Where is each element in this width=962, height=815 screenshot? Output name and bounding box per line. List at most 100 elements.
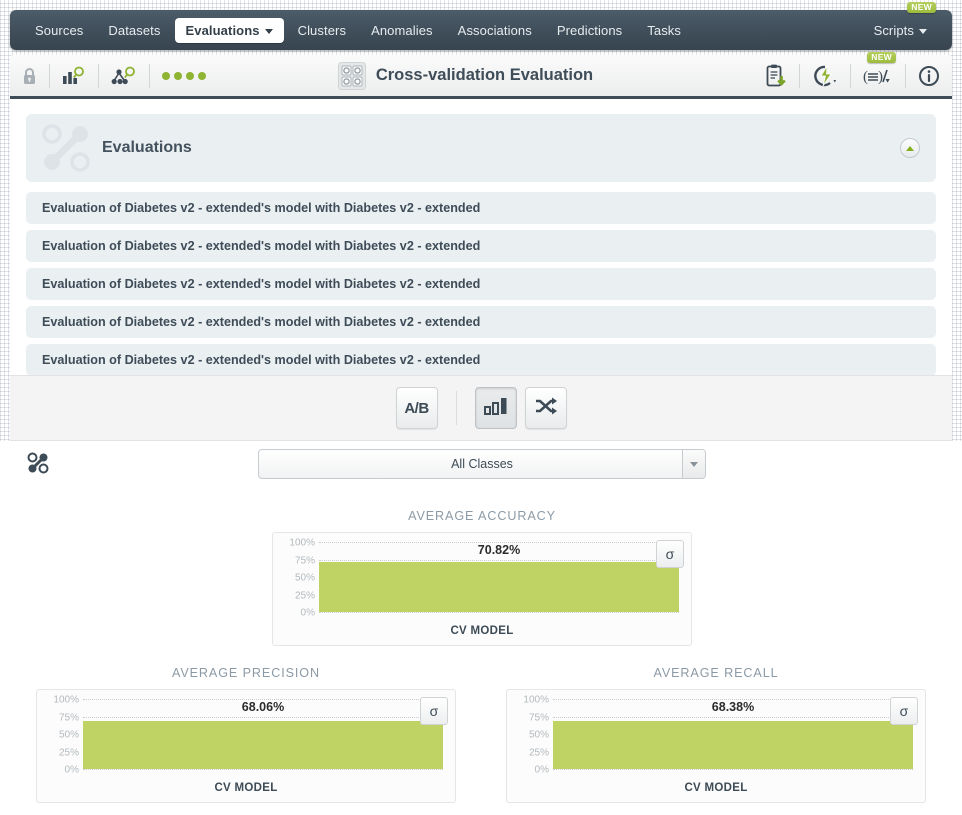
y-tick-label: 75% [58,712,79,723]
nav-item-tasks[interactable]: Tasks [636,18,692,43]
bar-value-label: 68.06% [241,700,285,714]
info-icon[interactable] [918,65,940,87]
chart-canvas: σ 100% 75% 50% 25% 0% 68.38% CV MODEL [506,689,926,803]
nav-item-anomalies[interactable]: Anomalies [360,18,444,43]
nav-item-evaluations[interactable]: Evaluations [174,17,284,43]
resource-title-group: Cross-validation Evaluation [166,61,765,90]
gridline: 75% [59,712,443,723]
clipboard-download-icon[interactable] [765,64,787,88]
gridline: 0% [535,765,913,776]
chart-canvas: σ 100% 75% 50% 25% 0% 68.06% CV MODEL [36,689,456,803]
chart-average-accuracy: AVERAGE ACCURACY σ 100% 75% 50% 25% 0% 7… [272,509,692,646]
chart-title: AVERAGE ACCURACY [408,509,556,523]
nav-scripts-group: NEW Scripts [863,1,938,43]
evaluations-header-title: Evaluations [102,139,192,156]
gridline: 0% [65,765,443,776]
model-tree-search-icon[interactable] [111,66,137,86]
y-tick-label: 100% [53,694,79,706]
svg-text:): ) [878,69,883,85]
y-tick-label: 25% [58,747,79,758]
cross-validation-grid-icon [337,61,366,90]
y-tick-label: 25% [528,747,549,758]
list-item[interactable]: Evaluation of Diabetes v2 - extended's m… [26,306,936,338]
bar-cv-model[interactable] [83,721,443,769]
bar-chart-search-icon[interactable] [62,66,86,86]
list-item[interactable]: Evaluation of Diabetes v2 - extended's m… [26,344,936,376]
y-tick-label: 0% [64,764,79,776]
nav-item-predictions[interactable]: Predictions [546,18,633,43]
list-item[interactable]: Evaluation of Diabetes v2 - extended's m… [26,192,936,224]
y-tick-label: 100% [289,537,315,549]
evaluations-list: Evaluation of Diabetes v2 - extended's m… [26,192,936,376]
x-tick-label: CV MODEL [450,625,514,637]
bar-chart-icon [483,396,508,421]
gridline: 75% [295,555,679,566]
y-tick-label: 50% [528,729,549,741]
class-filter-row: All Classes [0,441,962,489]
y-tick-label: 50% [58,729,79,741]
y-tick-label: 50% [294,572,315,584]
resource-toolbar: Cross-validation Evaluation NEW () [10,51,952,99]
bar-cv-model[interactable] [553,721,913,769]
formula-new-badge: NEW [867,51,896,63]
nav-item-scripts[interactable]: Scripts [863,18,938,43]
chevron-down-icon[interactable] [682,450,705,478]
chart-average-recall: AVERAGE RECALL σ 100% 75% 50% 25% 0% 68.… [506,666,926,803]
toolbar-divider [149,63,150,88]
plot-area: 100% 75% 50% 25% 0% 68.06% [53,695,443,776]
evaluations-panel: Evaluations Evaluation of Diabetes v2 - … [10,99,952,376]
nav-item-associations[interactable]: Associations [447,18,543,43]
evaluations-header: Evaluations [26,114,936,182]
chevron-down-icon [264,28,273,34]
view-switch-bar: A/B [10,375,952,441]
list-item[interactable]: Evaluation of Diabetes v2 - extended's m… [26,230,936,262]
toolbar-actions: NEW ( ) [765,51,940,88]
ab-compare-button[interactable]: A/B [395,387,438,429]
sigma-toggle-button[interactable]: σ [656,540,684,568]
bar-value-label: 70.82% [477,543,521,557]
nav-item-scripts-label: Scripts [873,22,914,38]
flash-action-icon[interactable] [812,65,838,87]
class-select-value: All Classes [451,457,513,471]
nav-item-clusters[interactable]: Clusters [287,18,357,43]
plot-area: 100% 75% 50% 25% 0% 68.38% [523,695,913,776]
lock-icon[interactable] [22,67,37,85]
toolbar-divider [49,63,50,88]
shuffle-arrows-icon [534,396,558,421]
x-tick-label: CV MODEL [684,782,748,794]
chart-title: AVERAGE RECALL [653,666,779,680]
nav-item-sources[interactable]: Sources [24,18,94,43]
sigma-toggle-button[interactable]: σ [890,697,918,725]
scripts-new-badge: NEW [907,1,936,13]
bar-cv-model[interactable] [319,562,679,612]
chart-canvas: σ 100% 75% 50% 25% 0% 70.82% CV MODEL [272,532,692,646]
y-tick-label: 0% [534,764,549,776]
charts-area: All Classes AVERAGE ACCURACY σ 100% 75% … [0,441,962,815]
list-item[interactable]: Evaluation of Diabetes v2 - extended's m… [26,268,936,300]
y-tick-label: 0% [300,607,315,619]
shuffle-view-button[interactable] [524,387,567,429]
main-navbar: Sources Datasets Evaluations Clusters An… [10,1,952,50]
nav-item-evaluations-label: Evaluations [185,22,260,38]
chevron-down-icon [919,28,927,34]
nav-item-datasets[interactable]: Datasets [97,18,171,43]
sigma-toggle-button[interactable]: σ [420,697,448,725]
x-tick-label: CV MODEL [214,782,278,794]
svg-text:(: ( [863,69,868,85]
plot-area: 100% 75% 50% 25% 0% 70.82% [289,538,679,619]
bar-chart-view-button[interactable] [474,387,517,429]
toolbar-divider [799,63,800,88]
ab-compare-label: A/B [404,399,429,417]
gridline: 0% [301,608,679,619]
formula-icon[interactable]: ( ) [863,65,893,87]
chart-title: AVERAGE PRECISION [171,666,321,680]
collapse-up-icon[interactable] [900,138,920,158]
bar-value-label: 68.38% [711,700,755,714]
class-select[interactable]: All Classes [258,449,706,479]
toolbar-divider [905,63,906,88]
collapse-triangle [906,145,914,151]
toolbar-divider [98,63,99,88]
y-tick-label: 100% [523,694,549,706]
classes-nodes-icon [26,451,50,480]
y-tick-label: 75% [528,712,549,723]
